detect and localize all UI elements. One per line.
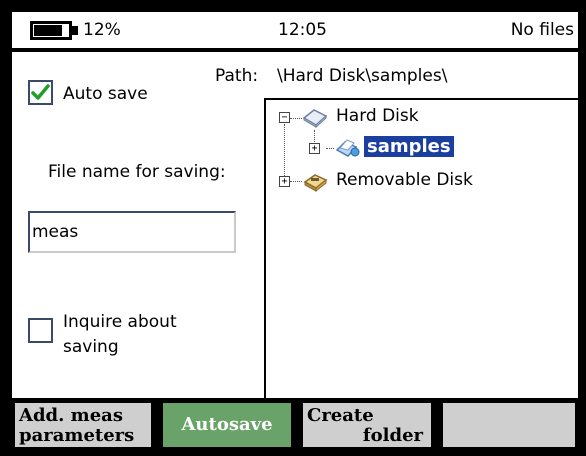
tree-node-samples[interactable]: samples [364, 136, 454, 157]
tree-connector [290, 181, 302, 182]
device-screen: 12% 12:05 No files Auto save Path: \Hard… [0, 0, 586, 456]
create-folder-button[interactable]: Create folder [300, 400, 434, 450]
inquire-about-saving-checkbox[interactable] [28, 318, 53, 343]
file-name-input[interactable] [28, 211, 236, 253]
path-label: Path: [215, 66, 259, 86]
save-settings-panel: Auto save Path: \Hard Disk\samples\ File… [12, 52, 578, 398]
softkey-label: Add. meas [19, 405, 123, 426]
auto-save-label: Auto save [63, 84, 148, 104]
hard-disk-icon [302, 109, 328, 129]
folder-tree[interactable]: − Hard Disk + samples + Removable Disk [264, 98, 578, 398]
softkey-bar: Add. meas parameters Autosave Create fol… [12, 400, 578, 450]
expand-samples-button[interactable]: + [309, 143, 320, 154]
status-bar: 12% 12:05 No files [12, 12, 578, 50]
folder-icon [335, 139, 360, 157]
autosave-button[interactable]: Autosave [160, 400, 294, 450]
tree-node-hard-disk[interactable]: Hard Disk [336, 106, 419, 126]
battery-tip [72, 26, 78, 35]
tree-node-removable-disk[interactable]: Removable Disk [336, 170, 473, 190]
softkey-label: parameters [19, 425, 135, 446]
auto-save-checkbox[interactable] [28, 80, 53, 105]
battery-icon [30, 21, 72, 40]
expand-removable-disk-button[interactable]: + [279, 176, 290, 187]
removable-disk-icon [303, 174, 328, 193]
softkey-label: Create [307, 405, 374, 426]
tree-connector [284, 124, 285, 182]
tree-connector [290, 118, 302, 119]
softkey-label: folder [362, 425, 423, 446]
add-meas-parameters-button[interactable]: Add. meas parameters [12, 400, 154, 450]
file-name-label: File name for saving: [48, 162, 226, 182]
battery-fill [34, 25, 62, 36]
inquire-about-saving-label: Inquire about saving [63, 312, 177, 357]
collapse-hard-disk-button[interactable]: − [279, 112, 290, 123]
empty-softkey[interactable] [440, 400, 578, 450]
check-mark-icon [31, 84, 50, 100]
tree-connector [326, 148, 334, 149]
battery-level: 12% [83, 20, 121, 40]
path-value: \Hard Disk\samples\ [277, 66, 448, 86]
media-status: No files [510, 20, 574, 40]
clock: 12:05 [278, 20, 327, 40]
